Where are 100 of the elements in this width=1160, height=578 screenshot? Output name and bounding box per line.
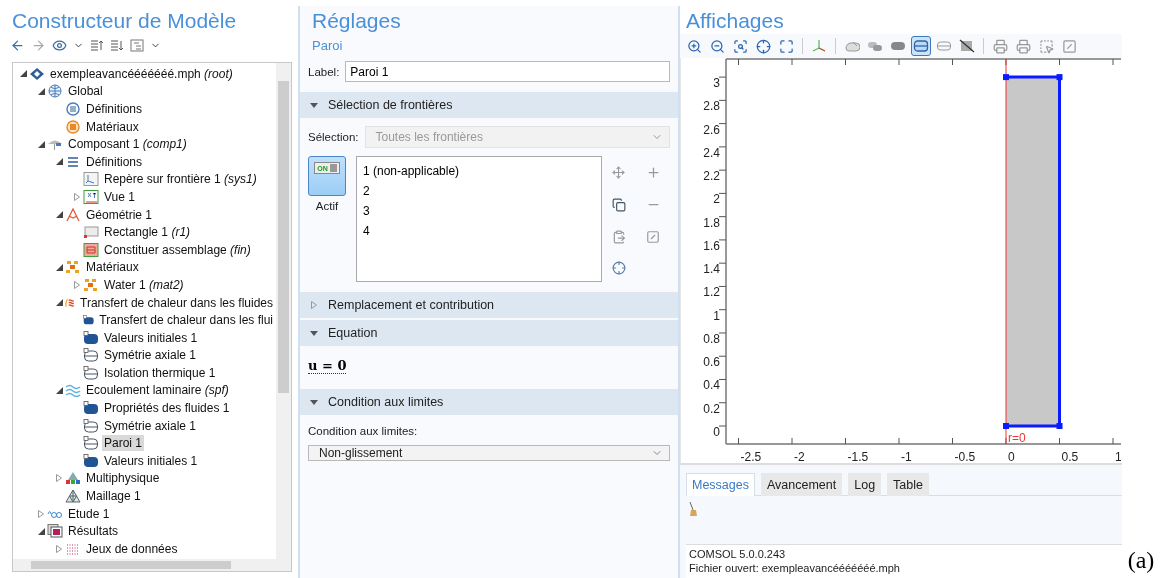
tree-item[interactable]: Valeurs initiales 1 (102, 329, 200, 346)
expand-arrow-icon[interactable] (56, 474, 62, 483)
axis-tick-label: 1.2 (703, 285, 720, 300)
axis-tick-label: -2 (794, 450, 805, 463)
tree-item[interactable]: Matériaux (84, 118, 141, 135)
tree-item[interactable]: Constituer assemblage (fin) (102, 241, 253, 258)
expand-arrow-icon[interactable] (38, 509, 44, 518)
vertical-scrollbar[interactable] (276, 63, 291, 559)
section-header[interactable]: Sélection de frontières (300, 92, 678, 118)
frame-icon (83, 172, 99, 187)
collapse-arrow-icon (310, 330, 318, 336)
axis-tick-label: 0.5 (1061, 450, 1079, 463)
tree-item[interactable]: Ecoulement laminaire (spf) (84, 382, 231, 399)
tree-icon[interactable] (130, 38, 144, 52)
tree-item[interactable]: Water 1 (mat2) (102, 276, 186, 293)
tree-item[interactable]: Global (66, 83, 105, 100)
graphics-canvas[interactable]: 3 2.8 2.6 2.4 2.2 2 1.8 1.6 1.4 1.2 1 0.8 0.6 0.4 0.2 0 -2.5 -2 -1.5 -1 -0.5 0 0.5 1 r=0 (680, 58, 1122, 464)
tree-item[interactable]: Transfert de chaleur dans les fluides (78, 294, 275, 311)
list-item[interactable]: 2 (363, 181, 595, 201)
axis-tick-label: 2.6 (703, 122, 720, 137)
tab[interactable]: Messages (686, 473, 755, 496)
tree-item[interactable]: Jeux de données (84, 540, 180, 557)
tree-item[interactable]: Composant 1 (comp1) (66, 136, 189, 153)
union-icon (83, 242, 99, 257)
collapse-all-icon[interactable] (90, 38, 104, 52)
tree-item[interactable]: Matériaux (84, 259, 141, 276)
collapse-arrow-icon[interactable] (37, 527, 45, 535)
list-item[interactable]: 4 (363, 221, 595, 241)
toggle-label: Actif (315, 200, 339, 212)
tree-item[interactable]: Valeurs initiales 1 (102, 452, 200, 469)
defs-circle-icon (65, 102, 81, 116)
globe-icon (47, 84, 63, 99)
back-icon[interactable] (10, 37, 25, 53)
expand-arrow-icon[interactable] (74, 192, 80, 201)
collapse-arrow-icon[interactable] (55, 387, 63, 394)
tree-item[interactable]: Multiphysique (84, 470, 162, 487)
mat-circle-icon (65, 119, 81, 134)
forward-icon[interactable] (31, 37, 46, 53)
list-item[interactable]: 3 (363, 201, 595, 221)
view-icon (83, 189, 99, 204)
tree-item[interactable]: Vue 1 (102, 188, 137, 205)
node-outline-icon (83, 365, 99, 380)
collapse-arrow-icon[interactable] (19, 70, 27, 78)
tree-item[interactable]: Définitions (84, 153, 145, 170)
panel-title: Réglages (311, 8, 402, 34)
collapse-arrow-icon[interactable] (55, 263, 63, 271)
materials-icon (65, 260, 81, 275)
section-header[interactable]: Remplacement et contribution (300, 292, 678, 318)
section-title: Condition aux limites (328, 395, 444, 409)
collapse-arrow-icon[interactable] (37, 87, 45, 95)
tree-item[interactable]: Isolation thermique 1 (102, 364, 218, 381)
field-label: Sélection: (308, 131, 359, 143)
axis-tick-label: 2.4 (703, 145, 720, 160)
collapse-arrow-icon[interactable] (37, 140, 45, 148)
collapse-arrow-icon[interactable] (55, 211, 63, 219)
section-title: Remplacement et contribution (328, 298, 495, 312)
axis-tick-label: 0 (1008, 450, 1015, 463)
tree-item[interactable]: Propriétés des fluides 1 (102, 400, 232, 417)
list-item[interactable]: 1 (non-applicable) (363, 161, 595, 181)
tree-item[interactable]: exempleavancééééééé.mph (root) (48, 65, 235, 82)
boundary-list[interactable]: 1 (non-applicable) 2 3 4 (356, 156, 602, 282)
section-title: Equation (328, 326, 378, 340)
expand-arrow-icon[interactable] (74, 280, 80, 289)
boundary-condition-dropdown[interactable]: Non-glissement (308, 445, 670, 461)
render-mode-icon[interactable] (911, 36, 931, 56)
eye-icon[interactable] (52, 37, 67, 53)
panel-title: Affichages (685, 8, 785, 34)
tree-item[interactable]: Repère sur frontière 1 (sys1) (102, 171, 259, 188)
panel-subtitle: Paroi (311, 37, 344, 55)
tree-item[interactable]: Symétrie axiale 1 (102, 417, 199, 434)
tree-item[interactable]: Rectangle 1 (r1) (102, 224, 193, 241)
tree-item[interactable]: Définitions (84, 101, 145, 117)
section-header[interactable]: Condition aux limites (300, 389, 678, 415)
tree-item[interactable]: Résultats (66, 523, 121, 540)
tree-item[interactable]: Paroi 1 (102, 435, 145, 452)
tree-item[interactable]: Etude 1 (66, 505, 112, 522)
datasets-icon (65, 541, 81, 556)
collapse-arrow-icon (310, 399, 318, 405)
tab[interactable]: Table (887, 473, 929, 496)
section-header[interactable]: Equation (300, 320, 678, 346)
defs-icon (65, 154, 81, 169)
tree-item[interactable]: Symétrie axiale 1 (102, 347, 199, 364)
label-field[interactable]: Paroi 1 (345, 61, 670, 82)
axis-tick-label: 0.8 (703, 331, 720, 346)
axis-tick-label: 2 (713, 192, 720, 207)
collapse-arrow-icon[interactable] (55, 158, 63, 166)
tree-item[interactable]: Transfert de chaleur dans les flui (97, 312, 275, 329)
axis-tick-label: 1 (713, 308, 720, 323)
tab[interactable]: Log (848, 473, 882, 496)
equation: u = 0 (308, 358, 347, 374)
tab[interactable]: Avancement (761, 473, 843, 496)
panel-title: Constructeur de Modèle (11, 8, 238, 34)
axis-label: r=0 (1008, 431, 1026, 445)
axis-tick-label: 0.2 (703, 401, 720, 416)
tree-item[interactable]: Géométrie 1 (84, 206, 155, 223)
expand-arrow-icon[interactable] (56, 544, 62, 553)
collapse-arrow-icon[interactable] (55, 299, 63, 306)
horizontal-scrollbar[interactable] (13, 559, 291, 571)
expand-all-icon[interactable] (110, 38, 124, 52)
tree-item[interactable]: Maillage 1 (84, 488, 143, 505)
